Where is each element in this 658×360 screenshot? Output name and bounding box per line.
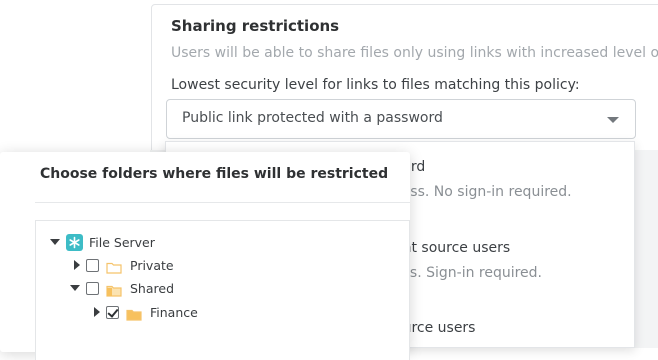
folder-tree: File Server Private Shared Finance [35,220,410,360]
tree-node-shared: Shared [70,278,174,298]
checkbox[interactable] [86,258,99,272]
divider [35,202,410,203]
expand-arrow-icon[interactable] [50,239,60,245]
sharing-restrictions-title: Sharing restrictions [171,17,340,35]
folder-icon [126,306,142,321]
sharing-restrictions-description: Users will be able to share files only u… [171,45,658,61]
choose-folders-dialog: Choose folders where files will be restr… [0,152,410,360]
tree-node-label[interactable]: File Server [89,235,155,250]
dialog-title: Choose folders where files will be restr… [40,166,389,182]
tree-node-label[interactable]: Private [130,258,174,273]
folder-outline-icon [106,259,122,274]
expand-arrow-icon[interactable] [74,260,80,270]
tree-node-label[interactable]: Shared [130,281,174,296]
dropdown-option-1-description[interactable]: cess. No sign-in required. [394,184,572,200]
chevron-down-icon [607,117,619,123]
dropdown-option-2-description[interactable]: ess. Sign-in required. [394,265,542,281]
tree-node-file-server: File Server [50,232,155,252]
expand-arrow-icon[interactable] [94,307,100,317]
sharing-restrictions-panel: Sharing restrictions Users will be able … [151,4,658,154]
tree-node-private: Private [74,255,174,275]
checkbox-checked[interactable] [106,305,119,319]
folder-icon [106,282,122,297]
security-level-select[interactable]: Public link protected with a password [166,99,636,139]
tree-node-finance: Finance [94,302,198,322]
security-level-label: Lowest security level for links to files… [171,77,580,93]
security-level-value: Public link protected with a password [182,110,443,126]
file-server-icon [66,233,83,251]
tree-node-label[interactable]: Finance [150,305,198,320]
dropdown-option-2-title[interactable]: ent source users [394,240,510,256]
expand-arrow-icon[interactable] [70,285,80,291]
checkbox[interactable] [86,281,99,295]
